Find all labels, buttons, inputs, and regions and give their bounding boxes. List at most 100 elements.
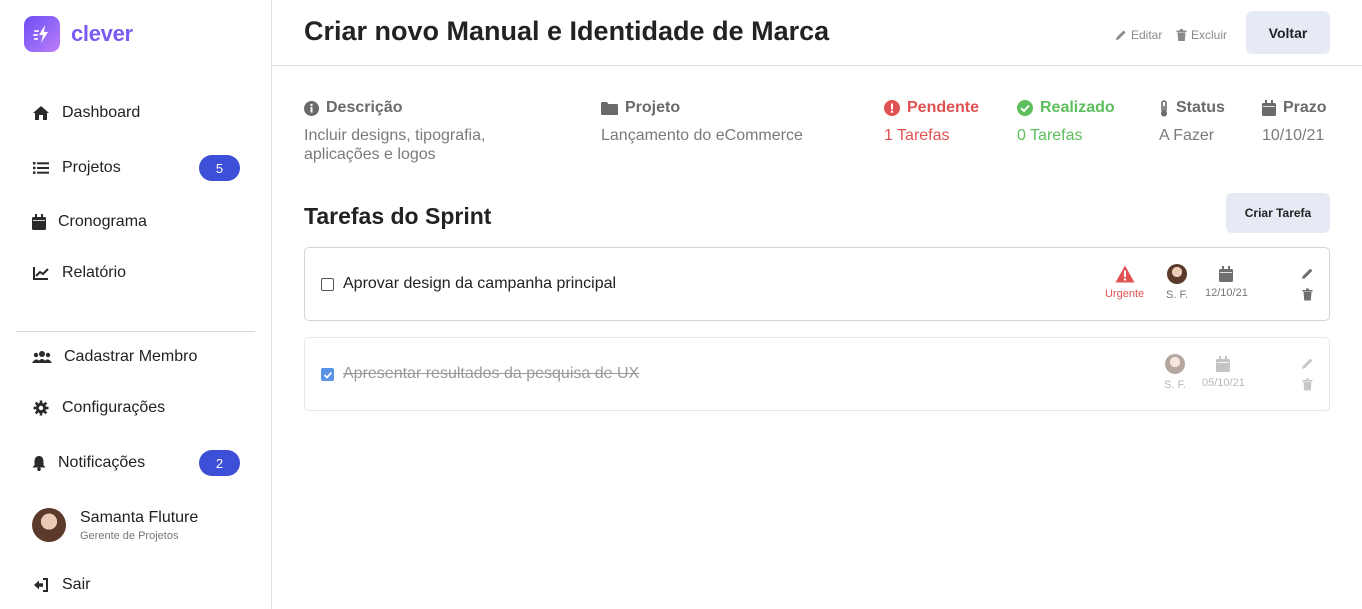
- chart-line-icon: [32, 264, 50, 282]
- sidebar-item-label: Configurações: [62, 399, 166, 416]
- task-row[interactable]: Aprovar design da campanha principal Urg…: [304, 247, 1330, 321]
- avatar: [1167, 264, 1187, 284]
- pencil-icon: [1301, 268, 1312, 279]
- assignee-initials: S. F.: [1164, 379, 1187, 391]
- sidebar-divider: [16, 331, 255, 332]
- calendar-icon: [1262, 100, 1276, 116]
- assignee-initials: S. F.: [1166, 289, 1189, 301]
- notifications-count-badge: 2: [199, 450, 240, 476]
- logout-label: Sair: [62, 576, 91, 593]
- create-task-button[interactable]: Criar Tarefa: [1226, 193, 1330, 233]
- main-content: Criar novo Manual e Identidade de Marca …: [272, 0, 1362, 609]
- warning-triangle-icon: [1115, 265, 1135, 283]
- back-button[interactable]: Voltar: [1246, 11, 1330, 54]
- check-icon: [323, 371, 332, 379]
- priority-indicator: Urgente: [1105, 265, 1144, 300]
- deadline-value: 10/10/21: [1262, 127, 1325, 144]
- trash-icon: [1176, 29, 1187, 41]
- avatar: [1165, 354, 1185, 374]
- task-checkbox[interactable]: [321, 278, 334, 291]
- user-role: Gerente de Projetos: [80, 529, 179, 542]
- delete-label: Excluir: [1191, 28, 1228, 42]
- sidebar-item-label: Notificações: [58, 454, 146, 471]
- delete-button[interactable]: Excluir: [1176, 28, 1227, 42]
- task-title: Aprovar design da campanha principal: [343, 275, 617, 292]
- assignee: S. F.: [1166, 264, 1188, 301]
- users-icon: [32, 348, 52, 366]
- edit-button[interactable]: Editar: [1115, 28, 1162, 42]
- sidebar-item-projetos[interactable]: Projetos 5: [32, 154, 240, 182]
- check-circle-icon: [1017, 100, 1033, 116]
- list-icon: [32, 159, 50, 177]
- project-label: Projeto: [625, 99, 681, 116]
- tasks-section-title: Tarefas do Sprint: [304, 203, 492, 229]
- description-label: Descrição: [326, 99, 403, 116]
- due-date-value: 05/10/21: [1202, 377, 1245, 389]
- edit-task-button[interactable]: [1299, 355, 1315, 371]
- logout-link[interactable]: Sair: [32, 571, 240, 599]
- sidebar-item-label: Cadastrar Membro: [64, 348, 198, 365]
- sidebar-item-dashboard[interactable]: Dashboard: [32, 99, 240, 127]
- calendar-icon: [32, 213, 46, 231]
- user-profile[interactable]: Samanta Fluture Gerente de Projetos: [32, 508, 198, 542]
- projects-count-badge: 5: [199, 155, 240, 181]
- assignee: S. F.: [1164, 354, 1186, 391]
- bolt-icon: [24, 16, 60, 52]
- due-date-value: 12/10/21: [1205, 287, 1248, 299]
- delete-task-button[interactable]: [1299, 286, 1315, 302]
- info-circle-icon: [304, 100, 319, 116]
- folder-icon: [601, 102, 618, 115]
- deadline-label: Prazo: [1283, 99, 1327, 116]
- logo[interactable]: clever: [24, 16, 133, 52]
- pencil-icon: [1116, 30, 1126, 40]
- task-title: Apresentar resultados da pesquisa de UX: [343, 365, 640, 382]
- deadline-block: Prazo 10/10/21: [1262, 98, 1327, 145]
- avatar: [32, 508, 66, 542]
- done-label: Realizado: [1040, 99, 1115, 116]
- sidebar-item-label: Projetos: [62, 159, 121, 176]
- sign-out-icon: [32, 576, 50, 594]
- sidebar: clever Dashboard Projetos 5 Cronograma R…: [0, 0, 272, 609]
- sidebar-item-cadastrar-membro[interactable]: Cadastrar Membro: [32, 343, 240, 371]
- sidebar-item-notificacoes[interactable]: Notificações 2: [32, 449, 240, 477]
- sidebar-item-label: Cronograma: [58, 213, 147, 230]
- calendar-icon: [1219, 266, 1234, 282]
- exclamation-circle-icon: [884, 100, 900, 116]
- pending-label: Pendente: [907, 99, 980, 116]
- due-date: 12/10/21: [1205, 266, 1248, 299]
- project-block: Projeto Lançamento do eCommerce: [601, 98, 803, 145]
- status-label: Status: [1176, 99, 1225, 116]
- sidebar-item-configuracoes[interactable]: Configurações: [32, 394, 240, 422]
- task-row[interactable]: Apresentar resultados da pesquisa de UX …: [304, 337, 1330, 411]
- sidebar-item-relatorio[interactable]: Relatório: [32, 259, 240, 287]
- brand-name: clever: [71, 21, 133, 46]
- status-block: Status A Fazer: [1159, 98, 1225, 145]
- sidebar-item-cronograma[interactable]: Cronograma: [32, 208, 240, 236]
- edit-task-button[interactable]: [1299, 265, 1315, 281]
- done-block: Realizado 0 Tarefas: [1017, 98, 1115, 145]
- task-checkbox[interactable]: [321, 368, 334, 381]
- page-header: Criar novo Manual e Identidade de Marca …: [272, 0, 1362, 66]
- priority-label: Urgente: [1105, 288, 1145, 300]
- description-value-line2: aplicações e logos: [304, 146, 436, 163]
- project-value: Lançamento do eCommerce: [601, 127, 803, 144]
- due-date: 05/10/21: [1202, 356, 1245, 389]
- trash-icon: [1302, 378, 1312, 390]
- sidebar-item-label: Dashboard: [62, 104, 141, 121]
- description-block: Descrição Incluir designs, tipografia, a…: [304, 98, 485, 164]
- home-icon: [32, 104, 50, 122]
- pending-block: Pendente 1 Tarefas: [884, 98, 979, 145]
- user-name: Samanta Fluture: [80, 508, 199, 526]
- delete-task-button[interactable]: [1299, 376, 1315, 392]
- edit-label: Editar: [1131, 28, 1163, 42]
- status-value: A Fazer: [1159, 127, 1215, 144]
- thermometer-icon: [1161, 99, 1167, 116]
- gear-icon: [32, 399, 50, 417]
- description-value-line1: Incluir designs, tipografia,: [304, 127, 486, 144]
- pencil-icon: [1301, 358, 1312, 369]
- trash-icon: [1302, 288, 1312, 300]
- page-title: Criar novo Manual e Identidade de Marca: [304, 16, 830, 46]
- pending-value: 1 Tarefas: [884, 127, 950, 144]
- calendar-icon: [1216, 356, 1231, 372]
- sidebar-item-label: Relatório: [62, 264, 127, 281]
